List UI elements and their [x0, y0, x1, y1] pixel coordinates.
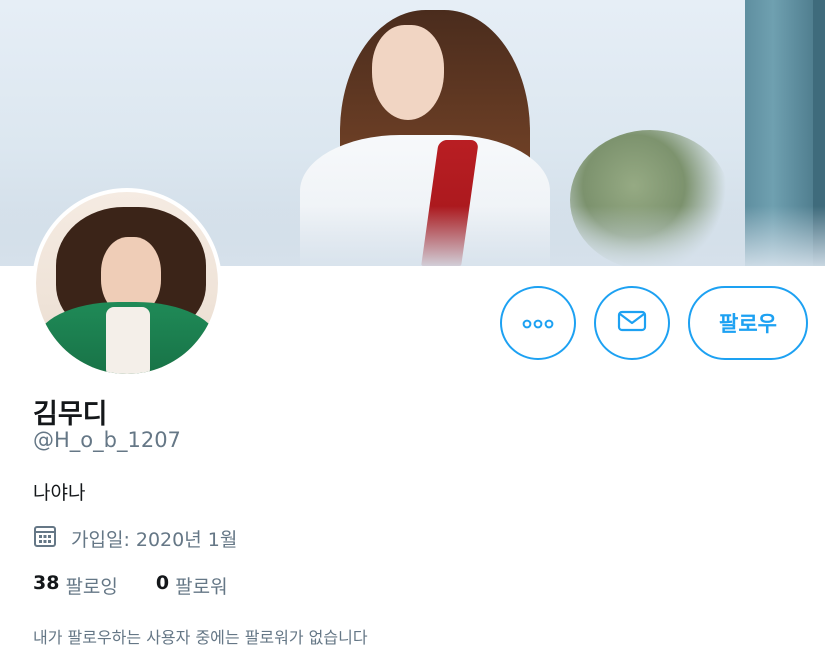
followers-you-know-notice: 내가 팔로우하는 사용자 중에는 팔로워가 없습니다	[33, 628, 368, 647]
join-date-label: 가입일: 2020년 1월	[71, 529, 238, 551]
profile-handle: @H_o_b_1207	[33, 428, 181, 452]
follow-button[interactable]: 팔로우	[688, 286, 808, 360]
followers-link[interactable]: 0 팔로워	[156, 572, 228, 599]
join-date: 가입일: 2020년 1월	[33, 524, 237, 553]
followers-label: 팔로워	[175, 576, 228, 598]
more-options-button[interactable]	[500, 286, 576, 360]
avatar-shirt	[106, 307, 150, 374]
following-count: 38	[33, 572, 60, 594]
follow-button-label: 팔로우	[719, 312, 777, 336]
avatar[interactable]	[32, 188, 222, 378]
calendar-icon	[33, 524, 71, 553]
profile-bio: 나야나	[33, 482, 86, 504]
more-horizontal-icon	[522, 314, 554, 333]
banner-figure-face	[372, 25, 444, 120]
following-label: 팔로잉	[65, 576, 118, 598]
followers-count: 0	[155, 572, 170, 594]
follow-stats: 38 팔로잉 0 팔로워	[33, 572, 266, 599]
following-link[interactable]: 38 팔로잉	[33, 572, 118, 599]
avatar-image	[36, 192, 218, 374]
profile-name: 김무디	[33, 399, 108, 430]
envelope-icon	[617, 309, 647, 337]
message-button[interactable]	[594, 286, 670, 360]
